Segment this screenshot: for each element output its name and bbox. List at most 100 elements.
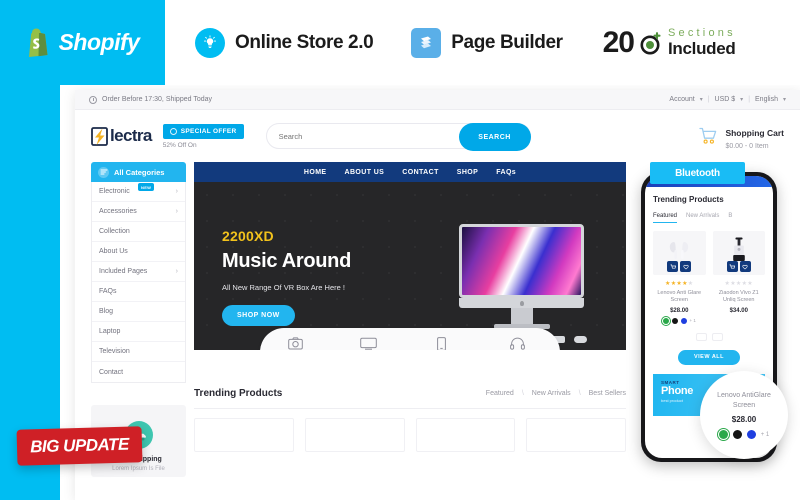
tag-icon [169, 127, 177, 135]
sidebar-item-label: Contact [99, 368, 124, 376]
phone-product-rating: ★★★★★ [713, 280, 766, 287]
cart-icon[interactable] [667, 261, 679, 272]
store-main-column: HOME ABOUT US CONTACT SHOP FAQs 2200XD M… [194, 162, 626, 477]
main-navigation: HOME ABOUT US CONTACT SHOP FAQs [194, 162, 626, 182]
television-icon [359, 337, 377, 350]
sidebar-item-label: Laptop [99, 328, 121, 335]
phone-product-name: Lenovo Anti Glare Screen [657, 290, 702, 304]
nav-item-shop[interactable]: SHOP [457, 169, 478, 176]
phone-product-card[interactable]: ★★★★★ Ziaodon Vivo Z1 Unliq Screen $34.0… [712, 231, 766, 324]
sidebar-item-electronic[interactable]: Electronic NEW › [92, 182, 185, 202]
special-offer-badge[interactable]: SPECIAL OFFER [162, 123, 244, 139]
cart-widget[interactable]: Shopping Cart $0.00 - 0 Item [699, 123, 784, 150]
sidebar-item-television[interactable]: Television [92, 342, 185, 362]
divider: | [748, 96, 751, 103]
sidebar-item-faqs[interactable]: FAQs [92, 282, 185, 302]
pagination-prev[interactable] [695, 332, 707, 341]
store-announcement-bar: Order Before 17:30, Shipped Today Accoun… [75, 90, 800, 110]
account-menu[interactable]: Account [669, 96, 694, 103]
sidebar-item-label: Television [99, 348, 130, 355]
filter-icon [98, 166, 109, 178]
phone-product-card[interactable]: ★★★★★ Lenovo Anti Glare Screen $28.00 + … [653, 231, 706, 324]
sidebar-item-included-pages[interactable]: Included Pages › [92, 262, 185, 282]
language-menu[interactable]: English [755, 96, 778, 103]
announcement-left: Order Before 17:30, Shipped Today [89, 95, 212, 104]
category-chip-mobiles[interactable]: Mobiles [430, 336, 452, 350]
imac-chin [459, 298, 584, 308]
trending-products-header: Trending Products Featured \ New Arrival… [194, 388, 626, 409]
cart-icon[interactable] [726, 261, 738, 272]
promo-banner: Shopify Online Store 2.0 Page Builder 20… [0, 0, 800, 85]
shop-now-button[interactable]: SHOP NOW [222, 305, 295, 326]
category-chip-headphones[interactable]: Headphones [499, 337, 536, 350]
category-chip-camera[interactable]: Camera [284, 337, 307, 350]
phone-product-thumb [712, 231, 765, 275]
phone-product-list: ★★★★★ Lenovo Anti Glare Screen $28.00 + … [653, 231, 765, 324]
phone-tab-featured[interactable]: Featured [653, 213, 678, 223]
mouse-image [573, 336, 587, 343]
phone-product-swatches: + 1 [653, 317, 706, 324]
sections-included-badge: 20 Sections Included [603, 26, 736, 60]
phone-tab-new-arrivals[interactable]: New Arrivals [686, 213, 719, 223]
swatch-more-label: + 1 [689, 318, 696, 324]
all-categories-header[interactable]: All Categories [91, 162, 186, 182]
phone-product-name: Ziaodon Vivo Z1 Unliq Screen [718, 290, 759, 304]
tab-new-arrivals[interactable]: New Arrivals [532, 390, 571, 397]
wishlist-heart-icon[interactable] [680, 261, 692, 272]
tab-separator: \ [578, 390, 581, 397]
nav-item-home[interactable]: HOME [304, 169, 327, 176]
cart-subtotal: $0.00 - 0 Item [725, 142, 769, 150]
category-chip-television[interactable]: Television [354, 337, 383, 350]
color-swatch-green[interactable] [662, 317, 669, 324]
search-input[interactable] [266, 131, 447, 141]
sidebar-item-laptop[interactable]: Laptop [92, 322, 185, 342]
product-card[interactable] [194, 418, 294, 452]
clock-icon [89, 95, 97, 104]
product-card[interactable] [526, 418, 626, 452]
tab-best-sellers[interactable]: Best Sellers [589, 390, 626, 397]
nav-item-about-us[interactable]: ABOUT US [345, 169, 385, 176]
phone-product-price: $34.00 [729, 307, 748, 314]
wishlist-heart-icon[interactable] [739, 261, 751, 272]
callout-product-name-line1: Lenovo AntiGlare [717, 391, 771, 399]
search-button[interactable]: SEARCH [458, 123, 531, 151]
currency-menu[interactable]: USD $ [715, 96, 736, 103]
color-swatch-black[interactable] [671, 317, 678, 324]
chevron-right-icon: › [175, 188, 178, 195]
cart-title: Shopping Cart [725, 127, 784, 138]
sidebar-item-accessories[interactable]: Accessories › [92, 202, 185, 222]
phone-tab-best-sellers[interactable]: B [728, 213, 732, 223]
sidebar-item-collection[interactable]: Collection [92, 222, 185, 242]
sidebar-item-about-us[interactable]: About Us [92, 242, 185, 262]
color-swatch-green[interactable] [718, 430, 728, 440]
sections-count: 20 [602, 25, 635, 59]
nav-item-contact[interactable]: CONTACT [402, 169, 439, 176]
special-offer-label: SPECIAL OFFER [180, 127, 237, 135]
color-swatch-blue[interactable] [680, 317, 687, 324]
chevron-down-icon: ▾ [740, 97, 744, 103]
chevron-right-icon: › [175, 268, 178, 275]
promo-item-page-builder: Page Builder [411, 27, 563, 58]
big-update-label: BIG UPDATE [29, 434, 130, 457]
pagination-next[interactable] [711, 332, 723, 341]
star-empty-icon: ★ [747, 281, 753, 287]
view-all-button[interactable]: VIEW ALL [678, 349, 740, 365]
sidebar-item-contact[interactable]: Contact [92, 362, 185, 382]
product-card[interactable] [415, 418, 516, 452]
color-swatch-black[interactable] [732, 430, 742, 440]
store-body: All Categories Electronic NEW › Accessor… [75, 162, 800, 477]
hero-banner: 2200XD Music Around All New Range Of VR … [194, 182, 626, 350]
nav-item-faqs[interactable]: FAQs [496, 169, 516, 176]
new-badge: NEW [138, 183, 155, 191]
sidebar-item-label: Included Pages [99, 268, 148, 275]
category-list: Electronic NEW › Accessories › Collectio… [91, 182, 186, 383]
store-logo-text: lectra [110, 126, 152, 145]
sidebar-item-label: Electronic [99, 188, 130, 195]
product-card[interactable] [304, 418, 405, 452]
shopify-brand-block: Shopify [0, 0, 165, 85]
sidebar-item-blog[interactable]: Blog [92, 302, 185, 322]
tab-separator: \ [521, 390, 524, 397]
color-swatch-blue[interactable] [746, 430, 756, 440]
store-logo[interactable]: lectra [91, 126, 152, 146]
tab-featured[interactable]: Featured [486, 390, 514, 397]
